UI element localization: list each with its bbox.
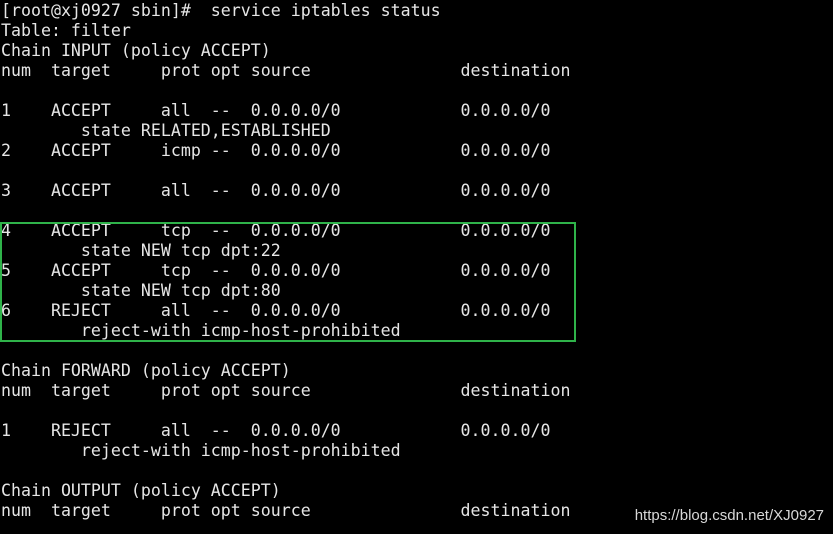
terminal-line: 1 ACCEPT all -- 0.0.0.0/0 0.0.0.0/0 [1, 101, 551, 120]
terminal-line: 6 REJECT all -- 0.0.0.0/0 0.0.0.0/0 [1, 301, 551, 320]
terminal-line: state RELATED,ESTABLISHED [1, 121, 331, 140]
terminal-line: state NEW tcp dpt:22 [1, 241, 281, 260]
terminal-window[interactable]: [root@xj0927 sbin]# service iptables sta… [0, 0, 833, 534]
terminal-line: [root@xj0927 sbin]# service iptables sta… [1, 1, 441, 20]
terminal-line: Table: filter [1, 21, 131, 40]
terminal-line: num target prot opt source destination [1, 61, 571, 80]
terminal-line: 1 REJECT all -- 0.0.0.0/0 0.0.0.0/0 [1, 421, 551, 440]
watermark: https://blog.csdn.net/XJ0927 [634, 507, 824, 524]
terminal-line: Chain INPUT (policy ACCEPT) [1, 41, 271, 60]
terminal-line: 4 ACCEPT tcp -- 0.0.0.0/0 0.0.0.0/0 [1, 221, 551, 240]
terminal-line: reject-with icmp-host-prohibited [1, 441, 401, 460]
terminal-line: state NEW tcp dpt:80 [1, 281, 281, 300]
terminal-line: Chain FORWARD (policy ACCEPT) [1, 361, 291, 380]
terminal-line: num target prot opt source destination [1, 381, 571, 400]
terminal-line: 2 ACCEPT icmp -- 0.0.0.0/0 0.0.0.0/0 [1, 141, 551, 160]
terminal-line: reject-with icmp-host-prohibited [1, 321, 401, 340]
terminal-line: 5 ACCEPT tcp -- 0.0.0.0/0 0.0.0.0/0 [1, 261, 551, 280]
terminal-line: Chain OUTPUT (policy ACCEPT) [1, 481, 281, 500]
terminal-line: 3 ACCEPT all -- 0.0.0.0/0 0.0.0.0/0 [1, 181, 551, 200]
